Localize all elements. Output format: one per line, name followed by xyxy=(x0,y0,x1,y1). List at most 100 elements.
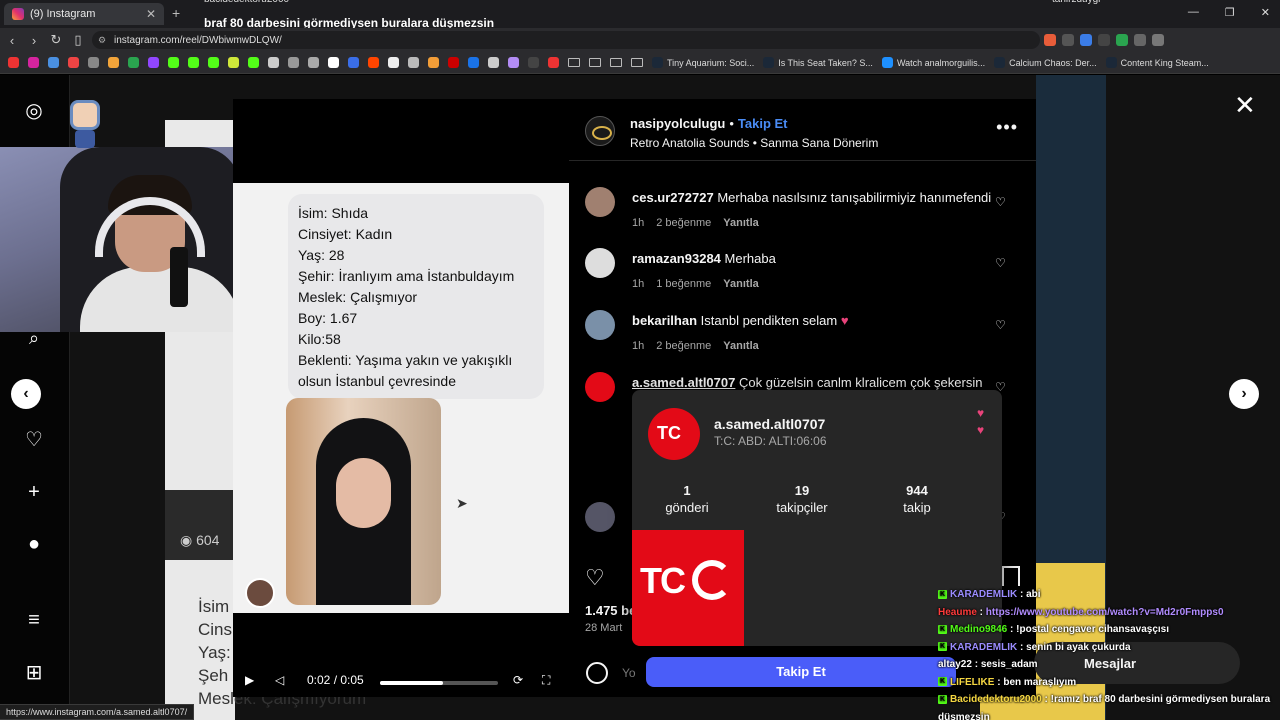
reel-video[interactable]: İsim: Shıda Cinsiyet: Kadın Yaş: 28 Şehi… xyxy=(233,99,569,697)
reply-button[interactable]: Yanıtla xyxy=(723,217,758,229)
like-comment-icon[interactable]: ♡ xyxy=(995,195,1006,209)
post-music[interactable]: Retro Anatolia Sounds • Sanma Sana Döner… xyxy=(630,136,878,150)
volume-icon[interactable]: ◁ xyxy=(275,673,284,687)
bookmark-icon[interactable] xyxy=(268,57,279,68)
folder-icon[interactable] xyxy=(568,58,580,67)
profile-icon[interactable] xyxy=(1152,34,1164,46)
bookmark-icon[interactable] xyxy=(48,57,59,68)
bookmark-icon[interactable] xyxy=(448,57,459,68)
reply-button[interactable]: Yanıtla xyxy=(723,278,758,290)
tab-close-icon[interactable]: ✕ xyxy=(146,7,156,21)
back-icon[interactable]: ‹ xyxy=(2,33,22,48)
like-comment-icon[interactable]: ♡ xyxy=(995,256,1006,270)
extensions-menu-icon[interactable] xyxy=(1134,34,1146,46)
bookmark-icon[interactable] xyxy=(488,57,499,68)
kick-icon[interactable] xyxy=(248,57,259,68)
comment-avatar[interactable] xyxy=(585,502,615,532)
bookmark-icon[interactable] xyxy=(28,57,39,68)
speed-icon[interactable]: ⟳ xyxy=(513,673,523,687)
stat-following[interactable]: 944 takip xyxy=(862,482,972,516)
reply-button[interactable]: Yanıtla xyxy=(723,340,758,352)
kick-icon[interactable] xyxy=(168,57,179,68)
bookmark-icon[interactable] xyxy=(8,57,19,68)
site-info-icon[interactable]: ⚙ xyxy=(98,35,106,46)
emoji-icon[interactable] xyxy=(586,662,608,684)
comment-username[interactable]: a.samed.altl0707 xyxy=(632,375,735,390)
reddit-icon[interactable] xyxy=(368,57,379,68)
extension-icon[interactable] xyxy=(1080,34,1092,46)
twitch-icon[interactable] xyxy=(148,57,159,68)
video-progress-bar[interactable] xyxy=(380,681,498,685)
reload-icon[interactable]: ↻ xyxy=(46,32,66,48)
instagram-logo-icon[interactable]: ◎ xyxy=(22,99,46,123)
restore-icon[interactable]: ❐ xyxy=(1225,6,1235,19)
url-field[interactable]: ⚙ instagram.com/reel/DWbiwmwDLQW/ xyxy=(92,31,1040,49)
x-icon[interactable] xyxy=(328,57,339,68)
bookmark-item[interactable]: Calcium Chaos: Der... xyxy=(994,57,1097,68)
bookmark-icon[interactable] xyxy=(548,57,559,68)
bookmark-icon[interactable] xyxy=(388,57,399,68)
extension-icon[interactable] xyxy=(1062,34,1074,46)
folder-icon[interactable] xyxy=(589,58,601,67)
bookmark-icon[interactable] xyxy=(108,57,119,68)
previous-post-button[interactable]: ‹ xyxy=(11,379,41,409)
notifications-heart-icon[interactable]: ♡ xyxy=(22,428,46,452)
profile-avatar-icon[interactable]: ● xyxy=(22,532,46,556)
bookmark-icon[interactable] xyxy=(408,57,419,68)
forward-icon[interactable]: › xyxy=(24,33,44,48)
kick-icon[interactable] xyxy=(188,57,199,68)
bookmark-icon[interactable] xyxy=(348,57,359,68)
extension-icon[interactable] xyxy=(1116,34,1128,46)
bookmark-icon[interactable] xyxy=(88,57,99,68)
extension-icon[interactable] xyxy=(1098,34,1110,46)
bookmark-item[interactable]: Is This Seat Taken? S... xyxy=(763,57,873,68)
hover-card-avatar[interactable]: TC xyxy=(648,408,700,460)
hover-card-username[interactable]: a.samed.altl0707 xyxy=(714,416,825,432)
folder-icon[interactable] xyxy=(631,58,643,67)
comment-avatar[interactable] xyxy=(585,310,615,340)
kick-icon[interactable] xyxy=(208,57,219,68)
bookmark-icon[interactable] xyxy=(508,57,519,68)
next-post-button[interactable]: › xyxy=(1229,379,1259,409)
browser-tab-instagram[interactable]: (9) Instagram ✕ xyxy=(4,3,164,25)
comment-avatar[interactable] xyxy=(585,248,615,278)
brave-shield-icon[interactable] xyxy=(1044,34,1056,46)
post-likes[interactable]: 1.475 be xyxy=(585,603,636,618)
add-comment-input[interactable]: Yo xyxy=(622,666,636,680)
more-options-icon[interactable]: ••• xyxy=(996,117,1018,138)
bookmark-icon[interactable] xyxy=(288,57,299,68)
save-post-icon[interactable] xyxy=(1002,566,1020,586)
like-post-icon[interactable]: ♡ xyxy=(585,565,605,590)
bookmark-item[interactable]: Watch analmorguilis... xyxy=(881,57,985,68)
close-modal-icon[interactable]: ✕ xyxy=(1234,90,1256,121)
bookmark-icon[interactable] xyxy=(468,57,479,68)
comment-username[interactable]: ramazan93284 xyxy=(632,251,721,266)
bookmark-icon[interactable] xyxy=(228,57,239,68)
comment-avatar[interactable] xyxy=(585,187,615,217)
bookmark-icon[interactable] xyxy=(428,57,439,68)
folder-icon[interactable] xyxy=(610,58,622,67)
account-avatar[interactable] xyxy=(585,116,615,146)
bookmark-page-icon[interactable]: ▯ xyxy=(68,32,88,48)
minimize-icon[interactable]: — xyxy=(1188,6,1199,19)
comment-avatar[interactable] xyxy=(585,372,615,402)
menu-icon[interactable]: ≡ xyxy=(22,608,46,632)
bookmark-icon[interactable] xyxy=(528,57,539,68)
window-close-icon[interactable]: ✕ xyxy=(1261,6,1270,19)
comment-username[interactable]: bekarilhan xyxy=(632,313,697,328)
new-tab-button[interactable]: + xyxy=(172,5,180,21)
fullscreen-icon[interactable]: ⛶ xyxy=(542,673,550,688)
hover-card-post-thumbnail[interactable]: TC xyxy=(632,530,744,646)
follow-button[interactable]: Takip Et xyxy=(646,657,956,687)
follow-link[interactable]: Takip Et xyxy=(738,116,788,131)
play-icon[interactable]: ▶ xyxy=(245,673,254,687)
bookmark-icon[interactable] xyxy=(68,57,79,68)
more-apps-icon[interactable]: ⊞ xyxy=(22,661,46,685)
bookmark-icon[interactable] xyxy=(128,57,139,68)
bookmark-item[interactable]: Tiny Aquarium: Soci... xyxy=(652,57,754,68)
bookmark-item[interactable]: Content King Steam... xyxy=(1105,57,1209,68)
stat-followers[interactable]: 19 takipçiler xyxy=(747,482,857,516)
comment-username[interactable]: ces.ur272727 xyxy=(632,190,714,205)
create-icon[interactable]: + xyxy=(22,480,46,504)
post-username[interactable]: nasipyolculugu xyxy=(630,116,725,131)
